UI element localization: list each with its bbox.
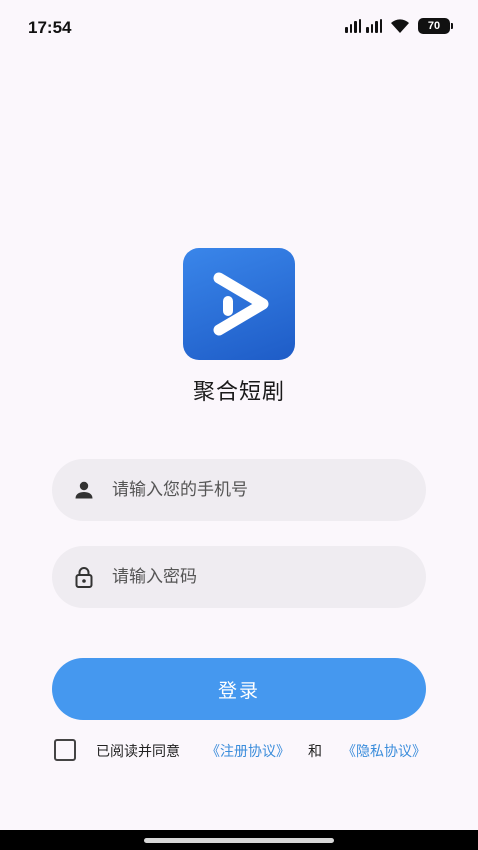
battery-level: 70 — [427, 20, 441, 32]
agreement-row: 已阅读并同意 《注册协议》 和 《隐私协议》 — [54, 738, 434, 762]
status-bar: 17:54 70 — [0, 0, 478, 56]
play-icon — [213, 272, 269, 336]
privacy-agreement-link[interactable]: 《隐私协议》 — [342, 741, 426, 761]
login-screen: 17:54 70 聚合短剧 请输入您的手机号 登录 已阅读并同意 《注册协议》 … — [0, 0, 478, 850]
password-input[interactable] — [112, 546, 412, 608]
app-name: 聚合短剧 — [192, 380, 285, 405]
register-agreement-link[interactable]: 《注册协议》 — [206, 741, 290, 761]
password-field-container[interactable] — [52, 546, 426, 608]
battery-icon: 70 — [418, 18, 453, 34]
status-icons: 70 — [345, 18, 453, 34]
person-icon — [75, 481, 93, 499]
wifi-icon — [391, 19, 409, 33]
agree-checkbox[interactable] — [54, 739, 76, 761]
agreement-prefix: 已阅读并同意 — [96, 744, 180, 760]
status-time: 17:54 — [28, 18, 72, 37]
signal-icon — [345, 19, 382, 33]
lock-icon — [75, 567, 93, 588]
agreement-and: 和 — [308, 744, 322, 760]
login-button[interactable]: 登录 — [52, 658, 426, 720]
navigation-bar — [0, 830, 478, 850]
phone-field-container[interactable] — [52, 459, 426, 521]
phone-input[interactable] — [112, 459, 412, 521]
home-indicator[interactable] — [144, 838, 334, 843]
app-logo — [183, 248, 295, 360]
